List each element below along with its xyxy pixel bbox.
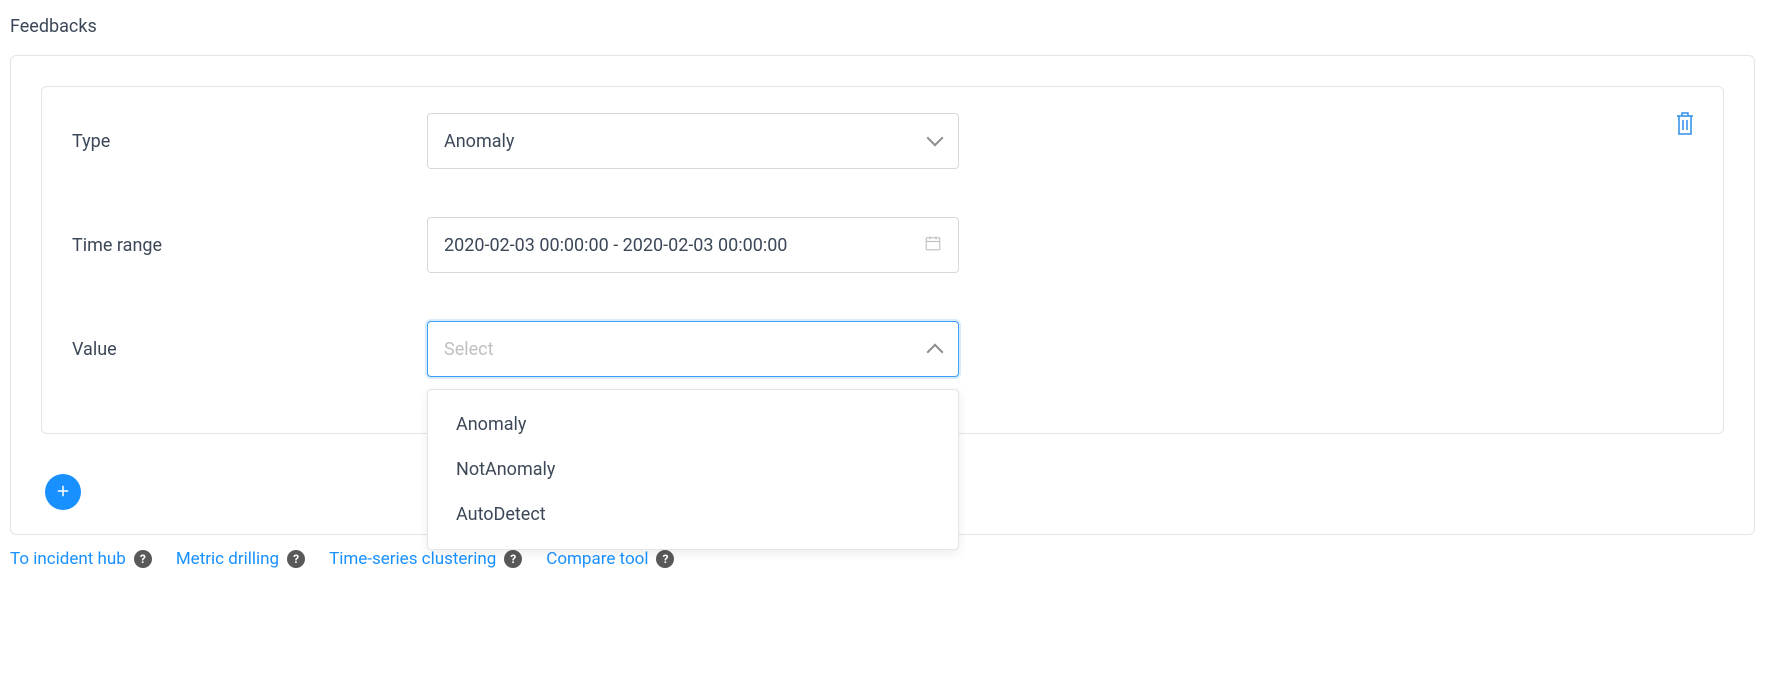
time-range-row: Time range 2020-02-03 00:00:00 - 2020-02… bbox=[72, 217, 1693, 273]
link-incident-hub[interactable]: To incident hub bbox=[10, 549, 126, 569]
type-label: Type bbox=[72, 131, 427, 152]
link-time-series-clustering[interactable]: Time-series clustering bbox=[329, 549, 496, 569]
chevron-down-icon bbox=[928, 134, 942, 148]
value-dropdown-menu: Anomaly NotAnomaly AutoDetect bbox=[427, 389, 959, 550]
feedbacks-container: Type Anomaly Time range 2020-02-03 00:00… bbox=[10, 55, 1755, 535]
help-icon[interactable]: ? bbox=[656, 550, 674, 568]
delete-button[interactable] bbox=[1669, 105, 1701, 144]
link-metric-drilling[interactable]: Metric drilling bbox=[176, 549, 279, 569]
type-select[interactable]: Anomaly bbox=[427, 113, 959, 169]
dropdown-option-notanomaly[interactable]: NotAnomaly bbox=[428, 447, 958, 492]
chevron-up-icon bbox=[928, 342, 942, 356]
value-select[interactable]: Select bbox=[427, 321, 959, 377]
feedback-item-card: Type Anomaly Time range 2020-02-03 00:00… bbox=[41, 86, 1724, 434]
trash-icon bbox=[1673, 125, 1697, 140]
time-range-picker[interactable]: 2020-02-03 00:00:00 - 2020-02-03 00:00:0… bbox=[427, 217, 959, 273]
link-compare-tool[interactable]: Compare tool bbox=[546, 549, 648, 569]
dropdown-option-autodetect[interactable]: AutoDetect bbox=[428, 492, 958, 537]
value-select-placeholder: Select bbox=[444, 339, 493, 360]
help-icon[interactable]: ? bbox=[504, 550, 522, 568]
help-icon[interactable]: ? bbox=[287, 550, 305, 568]
value-row: Value Select Anomaly NotAnomaly AutoDete… bbox=[72, 321, 1693, 377]
time-range-value: 2020-02-03 00:00:00 - 2020-02-03 00:00:0… bbox=[444, 235, 787, 256]
dropdown-option-anomaly[interactable]: Anomaly bbox=[428, 402, 958, 447]
help-icon[interactable]: ? bbox=[134, 550, 152, 568]
time-range-label: Time range bbox=[72, 235, 427, 256]
section-title: Feedbacks bbox=[10, 16, 1755, 37]
footer-links: To incident hub ? Metric drilling ? Time… bbox=[10, 549, 1755, 569]
value-label: Value bbox=[72, 339, 427, 360]
type-row: Type Anomaly bbox=[72, 113, 1693, 169]
plus-icon bbox=[54, 482, 72, 503]
add-feedback-button[interactable] bbox=[45, 474, 81, 510]
calendar-icon bbox=[924, 234, 942, 257]
type-select-value: Anomaly bbox=[444, 131, 514, 152]
